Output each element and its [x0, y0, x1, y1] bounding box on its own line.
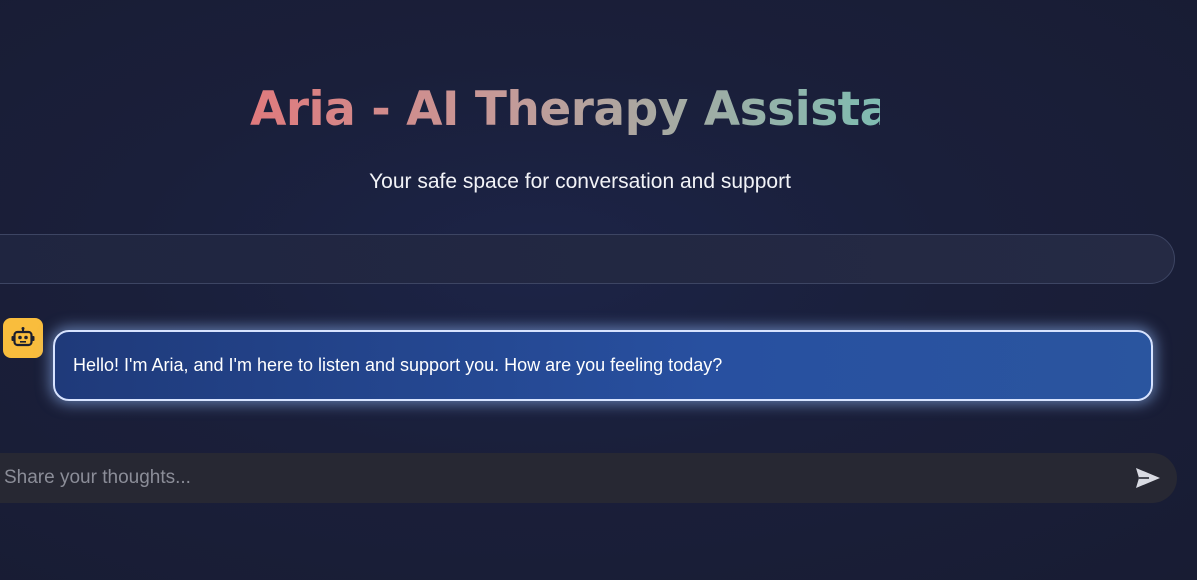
assistant-message: Hello! I'm Aria, and I'm here to listen …	[53, 330, 1153, 401]
message-text: Hello! I'm Aria, and I'm here to listen …	[73, 355, 723, 375]
page-title: Aria - AI Therapy Assistant	[250, 80, 946, 140]
top-input-bar[interactable]	[0, 234, 1175, 284]
assistant-avatar	[3, 318, 43, 358]
send-button[interactable]	[1134, 465, 1162, 491]
composer	[0, 453, 1177, 503]
message-input[interactable]	[0, 453, 1120, 503]
robot-icon	[11, 327, 35, 347]
send-icon	[1136, 468, 1160, 488]
page-subtitle: Your safe space for conversation and sup…	[369, 170, 791, 193]
